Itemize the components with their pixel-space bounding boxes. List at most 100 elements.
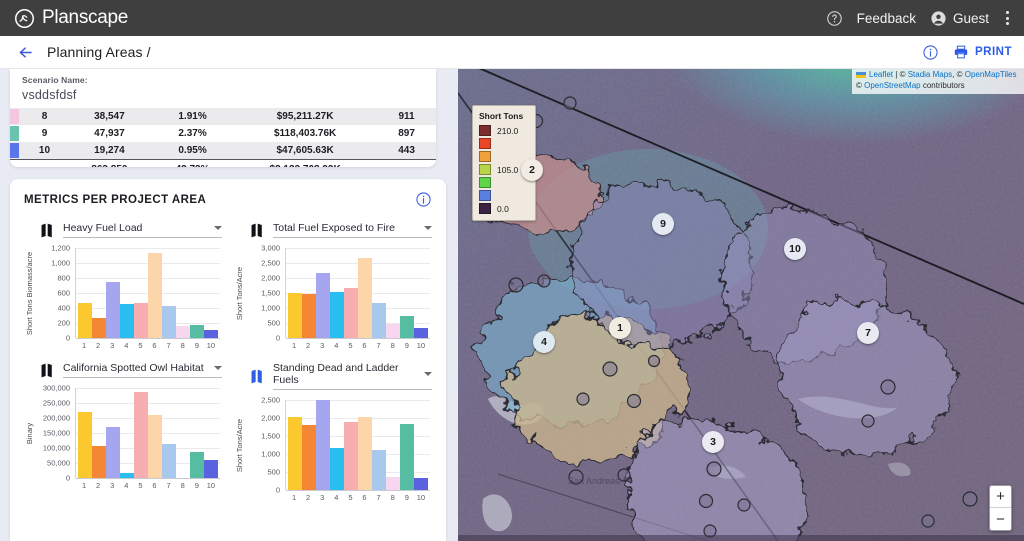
metrics-card: METRICS PER PROJECT AREA Heavy Fuel Load… xyxy=(10,179,446,541)
help-circle-icon[interactable] xyxy=(826,10,843,27)
map-marker-7[interactable]: 7 xyxy=(857,322,879,344)
plot-area xyxy=(285,400,430,490)
map-view[interactable]: San Andreas Short Tons 210.0105.00.0 Lea… xyxy=(458,69,1024,541)
x-tick-label: 4 xyxy=(120,341,133,350)
print-button[interactable]: PRINT xyxy=(953,44,1012,60)
account-button[interactable]: Guest xyxy=(930,10,989,27)
bar-10[interactable] xyxy=(414,328,427,339)
bar-2[interactable] xyxy=(92,446,105,478)
stadia-link[interactable]: Stadia Maps xyxy=(908,70,952,79)
bar-4[interactable] xyxy=(330,292,343,338)
metric-selector-row-2: Total Fuel Exposed to Fire xyxy=(234,222,432,238)
openmaptiles-link[interactable]: OpenMapTiles xyxy=(965,70,1017,79)
bar-3[interactable] xyxy=(316,273,329,338)
bar-4[interactable] xyxy=(330,448,343,490)
map-marker-2[interactable]: 2 xyxy=(521,159,543,181)
back-arrow-icon[interactable] xyxy=(16,43,35,62)
bar-1[interactable] xyxy=(288,293,301,338)
print-label: PRINT xyxy=(975,46,1012,58)
map-marker-9[interactable]: 9 xyxy=(652,213,674,235)
bar-10[interactable] xyxy=(204,330,217,338)
metric-dropdown-2[interactable]: Total Fuel Exposed to Fire xyxy=(273,222,432,238)
brand-name: Planscape xyxy=(42,7,128,29)
table-total-row: 863,85042.73%$2,133,708.93K xyxy=(10,160,436,168)
openstreetmap-link[interactable]: OpenStreetMap xyxy=(864,81,920,90)
legend-entry xyxy=(479,189,531,202)
bar-3[interactable] xyxy=(106,427,119,478)
x-tick-label: 2 xyxy=(301,341,314,350)
map-layer-icon[interactable] xyxy=(250,369,264,384)
bar-7[interactable] xyxy=(162,444,175,478)
bar-6[interactable] xyxy=(148,253,161,339)
bar-6[interactable] xyxy=(148,415,161,478)
bar-6[interactable] xyxy=(358,258,371,338)
metric-dropdown-1[interactable]: Heavy Fuel Load xyxy=(63,222,222,238)
zoom-out-button[interactable]: − xyxy=(990,508,1011,530)
bar-3[interactable] xyxy=(316,400,329,490)
legend-label: 0.0 xyxy=(497,204,509,214)
y-tick-label: 1,500 xyxy=(261,432,280,441)
info-circle-icon[interactable] xyxy=(415,191,432,208)
y-axis-label: Short Tons/Acre xyxy=(234,248,246,338)
table-row[interactable]: 838,5471.91%$95,211.27K911 xyxy=(10,108,436,125)
map-marker-4[interactable]: 4 xyxy=(533,331,555,353)
leaflet-link[interactable]: Leaflet xyxy=(869,70,893,79)
bar-2[interactable] xyxy=(92,318,105,338)
bar-8[interactable] xyxy=(386,477,399,490)
bar-7[interactable] xyxy=(372,303,385,338)
bar-8[interactable] xyxy=(176,326,189,338)
bar-1[interactable] xyxy=(78,303,91,338)
bar-1[interactable] xyxy=(78,412,91,478)
bar-2[interactable] xyxy=(302,425,315,490)
y-tick-label: 1,200 xyxy=(51,244,70,253)
table-row[interactable]: 1019,2740.95%$47,605.63K443 xyxy=(10,142,436,160)
bar-9[interactable] xyxy=(190,325,203,338)
info-circle-icon[interactable] xyxy=(922,44,939,61)
map-layer-icon[interactable] xyxy=(40,363,54,378)
zoom-in-button[interactable]: + xyxy=(990,486,1011,508)
cell-cost: $95,211.27K xyxy=(233,108,377,125)
x-tick-label: 3 xyxy=(106,341,119,350)
bar-10[interactable] xyxy=(414,478,427,490)
y-tick-label: 500 xyxy=(267,468,280,477)
map-layer-icon[interactable] xyxy=(40,223,54,238)
bar-2[interactable] xyxy=(302,294,315,338)
bar-7[interactable] xyxy=(372,450,385,490)
bar-8[interactable] xyxy=(386,324,399,338)
bar-9[interactable] xyxy=(400,316,413,338)
total-percent: 42.73% xyxy=(152,160,233,168)
y-tick-label: 3,000 xyxy=(261,244,280,253)
bar-9[interactable] xyxy=(400,424,413,490)
bar-7[interactable] xyxy=(162,306,175,338)
metric-dropdown-3[interactable]: California Spotted Owl Habitat xyxy=(63,362,222,378)
bar-5[interactable] xyxy=(134,392,147,478)
total-score xyxy=(377,160,436,168)
x-tick-label: 3 xyxy=(316,493,329,502)
chevron-down-icon xyxy=(214,366,222,370)
bar-6[interactable] xyxy=(358,417,371,490)
bar-9[interactable] xyxy=(190,452,203,478)
cell-acres: 47,937 xyxy=(67,125,152,142)
bar-4[interactable] xyxy=(120,473,133,478)
kebab-menu-icon[interactable] xyxy=(1003,11,1012,25)
map-layer-icon[interactable] xyxy=(250,223,264,238)
metric-dropdown-4[interactable]: Standing Dead and Ladder Fuels xyxy=(273,362,432,390)
bar-5[interactable] xyxy=(344,288,357,338)
legend-swatch xyxy=(479,190,491,201)
bar-5[interactable] xyxy=(134,303,147,338)
map-marker-3[interactable]: 3 xyxy=(702,431,724,453)
brand[interactable]: Planscape xyxy=(14,7,128,29)
map-marker-10[interactable]: 10 xyxy=(784,238,806,260)
bar-1[interactable] xyxy=(288,417,301,490)
bar-3[interactable] xyxy=(106,282,119,338)
bar-4[interactable] xyxy=(120,304,133,338)
metric-chart-grid: Heavy Fuel LoadShort Tons Biomass/acre02… xyxy=(24,222,432,508)
bar-5[interactable] xyxy=(344,422,357,490)
table-row[interactable]: 947,9372.37%$118,403.76K897 xyxy=(10,125,436,142)
map-marker-1[interactable]: 1 xyxy=(609,317,631,339)
bar-10[interactable] xyxy=(204,460,217,478)
feedback-button[interactable]: Feedback xyxy=(857,11,916,26)
row-color-swatch xyxy=(10,125,22,142)
x-tick-label: 2 xyxy=(301,493,314,502)
breadcrumb[interactable]: Planning Areas / xyxy=(47,44,151,60)
